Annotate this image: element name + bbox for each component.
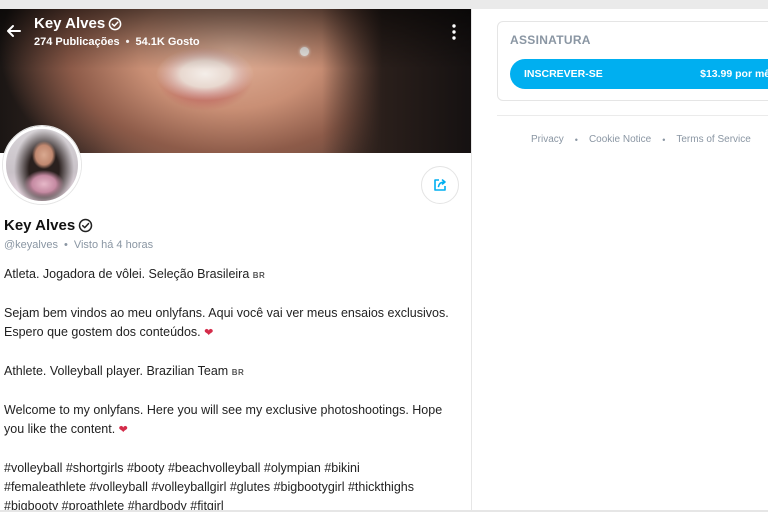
share-icon: [434, 179, 446, 191]
sidebar-column: ASSINATURA INSCREVER-SE $13.99 por mês P…: [473, 9, 768, 512]
cookie-notice-link[interactable]: Cookie Notice: [589, 134, 651, 145]
header-profile-name: Key Alves: [34, 15, 106, 32]
bio-paragraph: Sejam bem vindos ao meu onlyfans. Aqui v…: [4, 306, 449, 339]
footer-separator: •: [662, 134, 666, 145]
back-arrow-icon[interactable]: [5, 22, 23, 40]
bio-paragraph: Athlete. Volleyball player. Brazilian Te…: [4, 364, 245, 378]
footer-separator: •: [574, 134, 578, 145]
avatar[interactable]: [3, 126, 81, 204]
terms-link[interactable]: Terms of Service: [676, 134, 750, 145]
subscription-card: ASSINATURA INSCREVER-SE $13.99 por mês: [497, 21, 768, 101]
cover-image: Key Alves 274 Publicações • 54.1K Gosto: [0, 9, 471, 153]
bio-paragraph: Welcome to my onlyfans. Here you will se…: [4, 403, 443, 436]
profile-name-row: Key Alves: [4, 217, 93, 234]
stats-separator: •: [125, 36, 130, 48]
likes-count: 54.1K Gosto: [135, 36, 200, 48]
browser-top-strip: [0, 0, 768, 9]
verified-badge-icon: [78, 218, 93, 233]
profile-name: Key Alves: [4, 217, 76, 234]
share-button[interactable]: [421, 166, 459, 204]
subscription-price: $13.99 por mês: [700, 68, 768, 80]
meta-separator: •: [63, 239, 68, 251]
last-seen: Visto há 4 horas: [73, 239, 154, 251]
profile-meta: @keyalves • Visto há 4 horas: [4, 239, 153, 251]
subscribe-label: INSCREVER-SE: [524, 68, 603, 80]
posts-count: 274 Publicações: [34, 36, 120, 48]
privacy-link[interactable]: Privacy: [531, 134, 564, 145]
cover-header-info: Key Alves 274 Publicações • 54.1K Gosto: [34, 15, 200, 48]
profile-handle: @keyalves: [4, 239, 58, 251]
heart-icon: ❤: [204, 327, 214, 339]
flag-br: BR: [252, 271, 266, 280]
heart-icon: ❤: [118, 424, 128, 436]
verified-badge-icon: [108, 17, 122, 30]
bio-hashtags: #volleyball #shortgirls #booty #beachvol…: [4, 461, 414, 512]
profile-bio: Atleta. Jogadora de vôlei. Seleção Brasi…: [4, 265, 464, 512]
footer-links: Privacy • Cookie Notice • Terms of Servi…: [531, 134, 751, 145]
more-options-icon[interactable]: [447, 23, 461, 41]
flag-br: BR: [231, 368, 245, 377]
profile-column: Key Alves 274 Publicações • 54.1K Gosto: [0, 9, 472, 512]
footer-divider: [497, 115, 768, 116]
bio-paragraph: Atleta. Jogadora de vôlei. Seleção Brasi…: [4, 267, 266, 281]
subscribe-button[interactable]: INSCREVER-SE $13.99 por mês: [510, 59, 768, 89]
subscription-title: ASSINATURA: [510, 33, 591, 47]
